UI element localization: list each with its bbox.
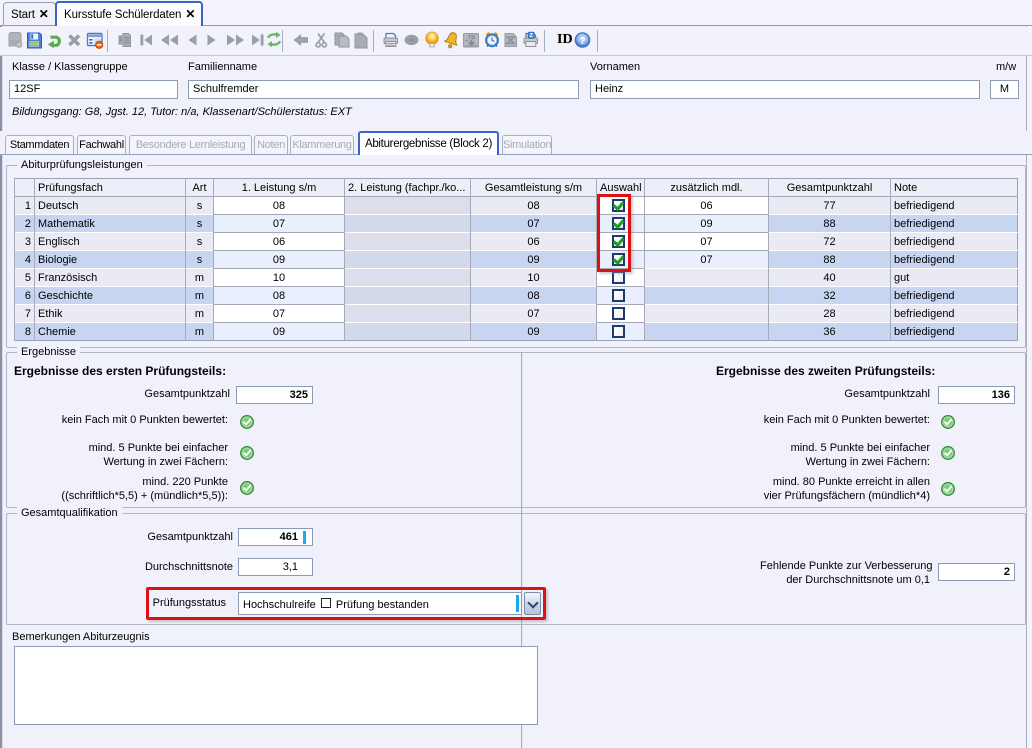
svg-text:?: ? (579, 36, 585, 47)
